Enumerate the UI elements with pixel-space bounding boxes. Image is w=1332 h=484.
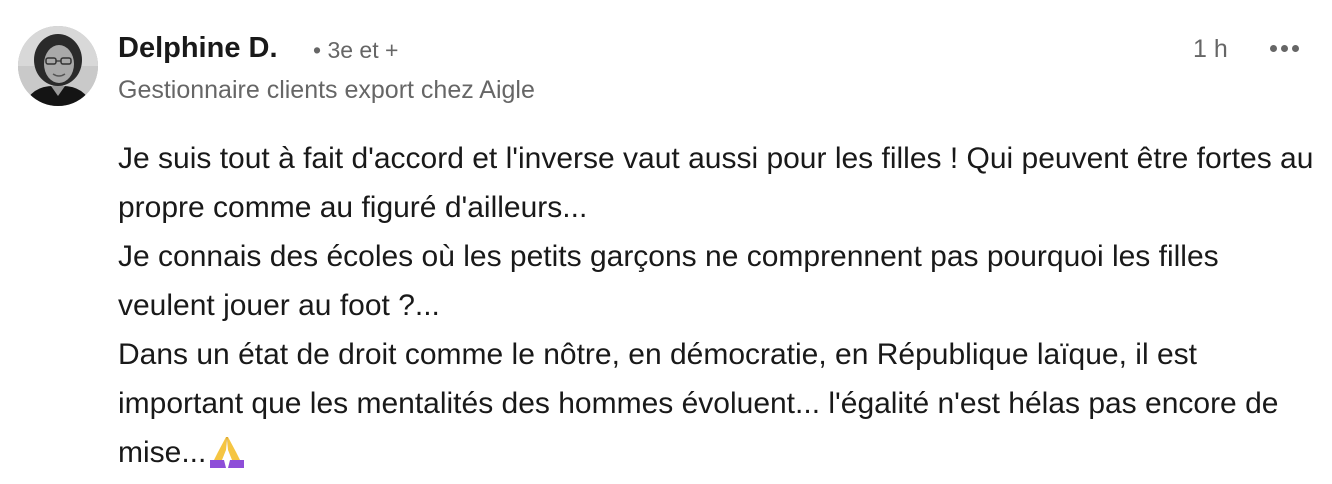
connection-degree: • 3e et + [313, 37, 399, 63]
folded-hands-icon [210, 437, 245, 468]
ellipsis-icon [1280, 44, 1288, 52]
profile-photo [18, 26, 98, 106]
comment-paragraph-text: Dans un état de droit comme le nôtre, en… [118, 338, 1279, 469]
comment-paragraph: Je suis tout à fait d'accord et l'invers… [118, 142, 1314, 224]
comment-timestamp: 1 h [1193, 35, 1228, 63]
avatar[interactable] [18, 26, 98, 106]
comment-body: Je suis tout à fait d'accord et l'invers… [118, 134, 1323, 477]
comment-paragraph: Je connais des écoles où les petits garç… [118, 240, 1219, 322]
comment-paragraph: Dans un état de droit comme le nôtre, en… [118, 330, 1323, 477]
more-options-button[interactable] [1262, 32, 1306, 64]
ellipsis-icon [1291, 44, 1299, 52]
author-headline[interactable]: Gestionnaire clients export chez Aigle [118, 74, 535, 106]
ellipsis-icon [1269, 44, 1277, 52]
author-name[interactable]: Delphine D. [118, 30, 278, 66]
comment-item: Delphine D. • 3e et + Gestionnaire clien… [0, 0, 1332, 484]
